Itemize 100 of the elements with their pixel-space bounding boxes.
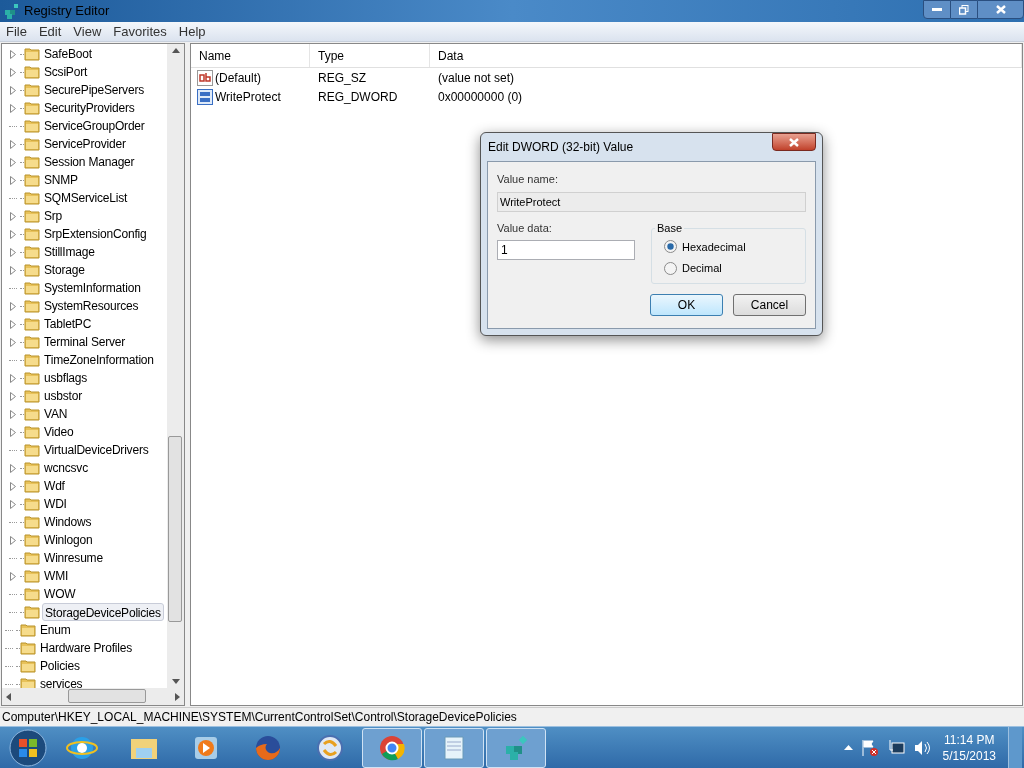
scroll-down-icon[interactable] [171,679,180,684]
expand-arrow-icon[interactable] [10,409,16,419]
close-button[interactable] [977,0,1024,19]
column-header[interactable]: Data [430,44,1022,67]
radio-button[interactable] [664,240,677,254]
tree-item[interactable]: usbflags [42,369,90,387]
expand-arrow-icon[interactable] [10,427,16,437]
radio-label[interactable]: Decimal [682,260,722,277]
tree-item[interactable]: StillImage [42,243,97,261]
tree-item[interactable]: Session Manager [42,153,137,171]
cubes-icon [4,3,20,19]
expand-arrow-icon[interactable] [10,67,16,77]
menu-item[interactable]: Favorites [107,21,173,42]
scroll-right-icon[interactable] [175,692,180,701]
show-hidden-icons-icon[interactable] [843,745,853,750]
expand-arrow-icon[interactable] [10,499,16,509]
expand-arrow-icon[interactable] [10,157,16,167]
tree-item[interactable]: SystemInformation [42,279,143,297]
column-header[interactable]: Name [191,44,310,67]
value-name[interactable]: WriteProtect [215,87,281,106]
expand-arrow-icon[interactable] [10,373,16,383]
menu-item[interactable]: File [0,21,33,42]
tree-item[interactable]: Winlogon [42,531,95,549]
menu-item[interactable]: View [67,21,108,42]
tree-item[interactable]: Hardware Profiles [38,639,134,657]
scrollbar-thumb[interactable] [168,436,182,622]
expand-arrow-icon[interactable] [10,229,16,239]
expand-arrow-icon[interactable] [10,139,16,149]
tree-item[interactable]: SystemResources [42,297,141,315]
tree-item[interactable]: Winresume [42,549,105,567]
scrollbar-thumb[interactable] [68,689,146,703]
taskbar-button[interactable] [424,727,484,768]
tree-item[interactable]: Windows [42,513,94,531]
tree-item[interactable]: Srp [42,207,65,225]
tree-item[interactable]: SNMP [42,171,80,189]
vertical-scrollbar[interactable] [167,44,184,688]
folder-icon [24,317,40,331]
expand-arrow-icon[interactable] [10,175,16,185]
restore-button[interactable] [951,0,977,19]
close-button[interactable] [772,133,816,151]
expand-arrow-icon[interactable] [10,85,16,95]
tree-item[interactable]: ServiceProvider [42,135,128,153]
expand-arrow-icon[interactable] [10,49,16,59]
expand-arrow-icon[interactable] [10,391,16,401]
tree-item[interactable]: Enum [38,621,73,639]
value-data-field[interactable]: 1 [497,240,635,260]
expand-arrow-icon[interactable] [10,319,16,329]
tree-item[interactable]: Terminal Server [42,333,128,351]
expand-arrow-icon[interactable] [10,247,16,257]
menu-item[interactable]: Help [172,21,212,42]
tree-item[interactable]: Wdf [42,477,67,495]
tree-item[interactable]: usbstor [42,387,84,405]
tree-item[interactable]: ServiceGroupOrder [42,117,147,135]
menu-item[interactable]: Edit [32,21,68,42]
horizontal-scrollbar[interactable] [2,688,184,705]
column-header[interactable]: Type [310,44,430,67]
scroll-left-icon[interactable] [6,692,11,701]
tree-item[interactable]: VAN [42,405,70,423]
tree-item[interactable]: wcncsvc [42,459,90,477]
scroll-up-icon[interactable] [171,48,180,53]
network-icon[interactable] [886,738,905,757]
tree-item[interactable]: services [38,675,85,688]
clock-time[interactable]: 11:14 PM [944,731,995,748]
tree-item[interactable]: SecurityProviders [42,99,137,117]
flag-icon[interactable] [860,738,879,757]
tree-item[interactable]: StorageDevicePolicies [42,603,164,621]
expand-arrow-icon[interactable] [10,211,16,221]
radio-label[interactable]: Hexadecimal [682,238,746,255]
tree-item[interactable]: WOW [42,585,78,603]
radio-button[interactable] [664,261,677,275]
dialog-button[interactable]: Cancel [733,293,806,316]
clock-date[interactable]: 5/15/2013 [942,747,996,764]
taskbar-button[interactable] [362,727,422,768]
tree-item[interactable]: SafeBoot [42,45,94,63]
tree-item[interactable]: SecurePipeServers [42,81,146,99]
tree-item[interactable]: WDI [42,495,69,513]
tree-item[interactable]: SQMServiceList [42,189,130,207]
expand-arrow-icon[interactable] [10,463,16,473]
expand-arrow-icon[interactable] [10,481,16,491]
tree-item[interactable]: SrpExtensionConfig [42,225,149,243]
tree-item[interactable]: TabletPC [42,315,94,333]
minimize-button[interactable] [923,0,951,19]
expand-arrow-icon[interactable] [10,301,16,311]
value-name[interactable]: (Default) [215,68,261,87]
tree-item[interactable]: Storage [42,261,87,279]
start-button[interactable] [8,727,48,768]
value-name-field[interactable]: WriteProtect [497,191,806,212]
expand-arrow-icon[interactable] [10,571,16,581]
expand-arrow-icon[interactable] [10,265,16,275]
expand-arrow-icon[interactable] [10,337,16,347]
tree-item[interactable]: Video [42,423,76,441]
tree-item[interactable]: WMI [42,567,71,585]
taskbar-button[interactable] [486,727,546,768]
tree-item[interactable]: Policies [38,657,82,675]
tree-item[interactable]: ScsiPort [42,63,90,81]
expand-arrow-icon[interactable] [10,103,16,113]
tree-item[interactable]: VirtualDeviceDrivers [42,441,151,459]
expand-arrow-icon[interactable] [10,535,16,545]
dialog-button[interactable]: OK [650,293,723,316]
tree-item[interactable]: TimeZoneInformation [42,351,156,369]
